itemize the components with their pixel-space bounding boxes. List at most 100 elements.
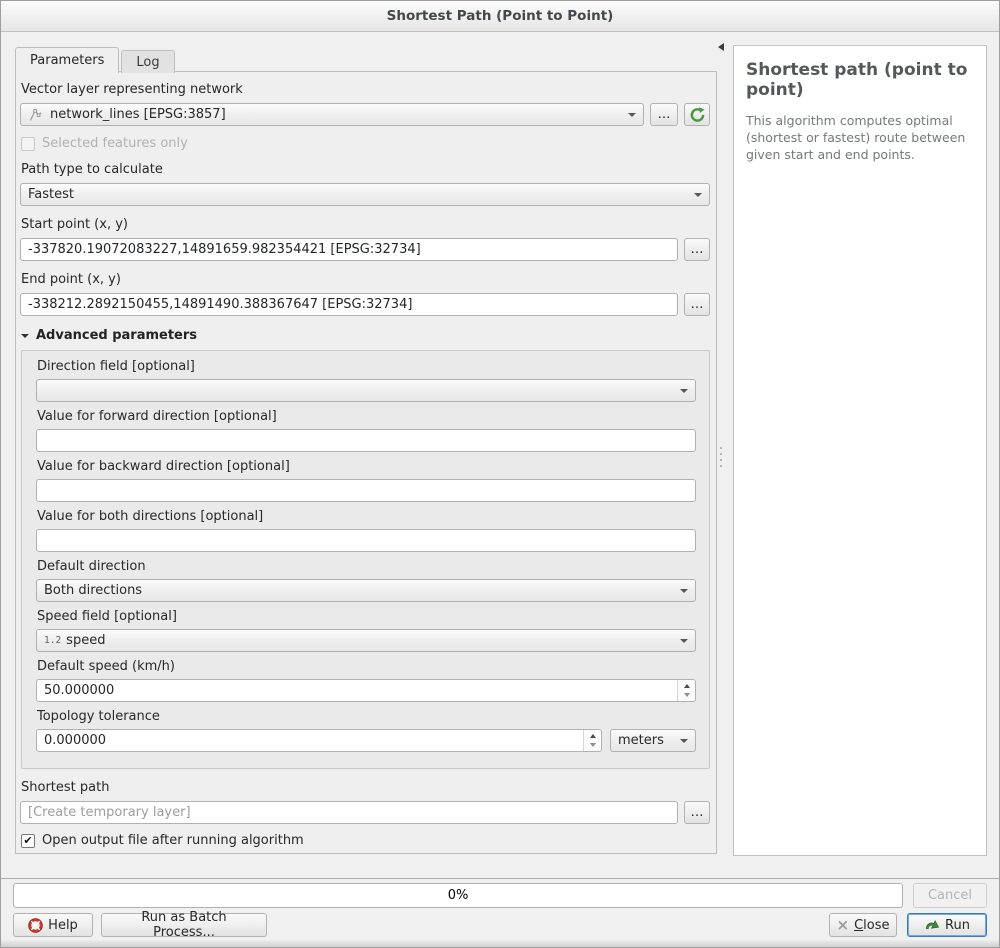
cancel-button: Cancel bbox=[913, 883, 987, 908]
network-layer-value: network_lines [EPSG:3857] bbox=[50, 107, 226, 122]
network-browse-button[interactable]: … bbox=[650, 103, 678, 126]
start-point-label: Start point (x, y) bbox=[21, 217, 709, 232]
cancel-label: Cancel bbox=[928, 888, 972, 903]
iterate-layer-button[interactable] bbox=[684, 103, 710, 126]
direction-field-label: Direction field [optional] bbox=[37, 359, 695, 374]
ellipsis-icon: … bbox=[691, 297, 704, 312]
checkmark-icon: ✔ bbox=[23, 835, 32, 846]
start-point-pick-button[interactable]: … bbox=[684, 238, 710, 261]
output-path-input[interactable] bbox=[20, 801, 678, 824]
chevron-down-icon bbox=[680, 389, 688, 393]
shortest-path-dialog: Shortest Path (Point to Point) Parameter… bbox=[0, 0, 1000, 948]
chevron-down-icon bbox=[694, 193, 702, 197]
chevron-down-icon bbox=[680, 589, 688, 593]
progress-bar: 0% bbox=[13, 883, 903, 908]
spin-up-icon bbox=[590, 734, 596, 738]
spin-buttons[interactable] bbox=[583, 730, 601, 751]
backward-value-input[interactable] bbox=[36, 479, 696, 502]
run-label: Run bbox=[945, 918, 970, 933]
advanced-parameters-header[interactable]: Advanced parameters bbox=[21, 328, 709, 343]
window-bottom-edge bbox=[1, 940, 999, 947]
default-direction-combobox[interactable]: Both directions bbox=[36, 579, 696, 602]
tab-parameters[interactable]: Parameters bbox=[15, 47, 119, 73]
chevron-down-icon bbox=[680, 639, 688, 643]
advanced-parameters-title: Advanced parameters bbox=[36, 328, 197, 343]
topology-tolerance-spinbox[interactable] bbox=[36, 729, 602, 752]
advanced-parameters-group: Direction field [optional] Value for for… bbox=[21, 350, 710, 769]
line-layer-icon bbox=[28, 107, 44, 123]
spin-buttons[interactable] bbox=[677, 680, 695, 701]
tolerance-units-value: meters bbox=[618, 733, 664, 748]
both-value-label: Value for both directions [optional] bbox=[37, 509, 695, 524]
start-point-input[interactable] bbox=[20, 238, 678, 261]
direction-field-combobox[interactable] bbox=[36, 379, 696, 402]
backward-value-label: Value for backward direction [optional] bbox=[37, 459, 695, 474]
path-type-value: Fastest bbox=[28, 187, 74, 202]
batch-label: Run as Batch Process... bbox=[112, 910, 256, 940]
ellipsis-icon: … bbox=[691, 242, 704, 257]
iterate-icon bbox=[689, 106, 706, 123]
end-point-label: End point (x, y) bbox=[21, 272, 709, 287]
speed-field-combobox[interactable]: 1.2 speed bbox=[36, 629, 696, 652]
default-speed-label: Default speed (km/h) bbox=[37, 659, 695, 674]
open-output-row: ✔ Open output file after running algorit… bbox=[21, 833, 709, 848]
chevron-down-icon bbox=[680, 739, 688, 743]
end-point-input[interactable] bbox=[20, 293, 678, 316]
splitter-handle[interactable] bbox=[720, 447, 722, 467]
default-direction-label: Default direction bbox=[37, 559, 695, 574]
selected-features-label: Selected features only bbox=[42, 136, 188, 151]
selected-features-checkbox bbox=[21, 137, 35, 151]
help-panel-title: Shortest path (point to point) bbox=[746, 60, 974, 101]
both-value-input[interactable] bbox=[36, 529, 696, 552]
progress-value: 0% bbox=[448, 888, 469, 903]
run-as-batch-button[interactable]: Run as Batch Process... bbox=[101, 913, 267, 937]
topology-tolerance-input[interactable] bbox=[36, 729, 602, 752]
speed-field-value: speed bbox=[66, 633, 105, 648]
forward-value-label: Value for forward direction [optional] bbox=[37, 409, 695, 424]
tolerance-units-combobox[interactable]: meters bbox=[610, 729, 696, 752]
run-button[interactable]: Run bbox=[907, 913, 987, 937]
expander-arrow-icon bbox=[21, 334, 29, 338]
spin-up-icon bbox=[684, 684, 690, 688]
end-point-pick-button[interactable]: … bbox=[684, 293, 710, 316]
tab-log[interactable]: Log bbox=[121, 50, 174, 73]
forward-value-input[interactable] bbox=[36, 429, 696, 452]
network-layer-label: Vector layer representing network bbox=[21, 82, 709, 97]
help-icon bbox=[28, 918, 43, 933]
title-bar[interactable]: Shortest Path (Point to Point) bbox=[1, 1, 999, 32]
default-speed-input[interactable] bbox=[36, 679, 696, 702]
output-browse-button[interactable]: … bbox=[684, 801, 710, 824]
speed-field-label: Speed field [optional] bbox=[37, 609, 695, 624]
decimal-field-icon: 1.2 bbox=[44, 635, 61, 646]
parameters-panel: Vector layer representing network networ… bbox=[15, 71, 717, 854]
tab-parameters-label: Parameters bbox=[30, 53, 104, 68]
tab-bar: Parameters Log bbox=[15, 47, 175, 73]
open-output-label: Open output file after running algorithm bbox=[42, 833, 304, 848]
default-direction-value: Both directions bbox=[44, 583, 142, 598]
run-arrow-icon bbox=[924, 917, 940, 933]
close-button[interactable]: × Close bbox=[829, 913, 897, 937]
collapse-help-panel-icon[interactable] bbox=[718, 43, 724, 51]
footer-divider bbox=[1, 878, 999, 879]
help-button[interactable]: Help bbox=[13, 913, 93, 937]
topology-tolerance-label: Topology tolerance bbox=[37, 709, 695, 724]
selected-features-row: Selected features only bbox=[21, 136, 709, 151]
path-type-combobox[interactable]: Fastest bbox=[20, 183, 710, 206]
ellipsis-icon: … bbox=[691, 805, 704, 820]
spin-down-icon bbox=[590, 743, 596, 747]
default-speed-spinbox[interactable] bbox=[36, 679, 696, 702]
dialog-title: Shortest Path (Point to Point) bbox=[1, 1, 999, 31]
network-layer-combobox[interactable]: network_lines [EPSG:3857] bbox=[20, 103, 644, 126]
help-panel-body: This algorithm computes optimal (shortes… bbox=[746, 113, 974, 164]
help-panel: Shortest path (point to point) This algo… bbox=[733, 45, 987, 856]
chevron-down-icon bbox=[628, 113, 636, 117]
close-label: Close bbox=[854, 918, 889, 933]
tab-log-label: Log bbox=[136, 55, 159, 70]
path-type-label: Path type to calculate bbox=[21, 162, 709, 177]
spin-down-icon bbox=[684, 693, 690, 697]
ellipsis-icon: … bbox=[658, 107, 671, 122]
open-output-checkbox[interactable]: ✔ bbox=[21, 834, 35, 848]
help-label: Help bbox=[48, 918, 78, 933]
output-label: Shortest path bbox=[21, 780, 709, 795]
close-x-icon: × bbox=[837, 918, 850, 933]
